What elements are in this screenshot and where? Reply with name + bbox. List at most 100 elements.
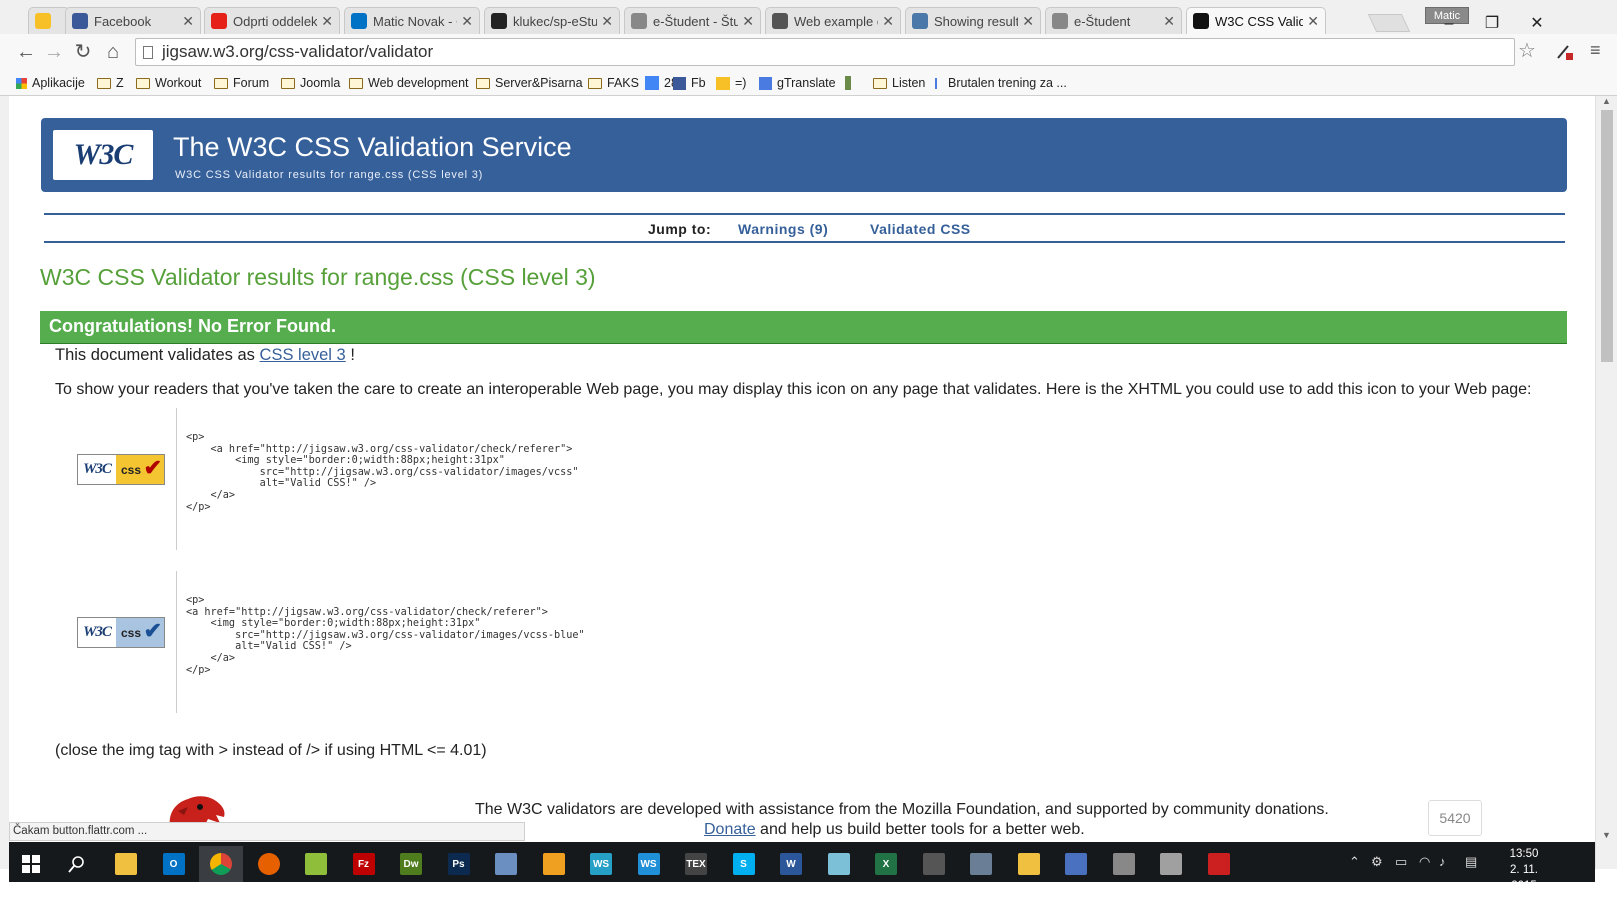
tray-chevron-icon[interactable]: ⌃ <box>1349 854 1360 870</box>
taskbar-button[interactable] <box>1149 846 1193 882</box>
close-tab-icon[interactable]: ✕ <box>1307 13 1319 30</box>
browser-tab[interactable]: e-Študent ✕ <box>1045 7 1182 34</box>
bookmark-folder[interactable]: Joomla <box>281 74 340 92</box>
bookmark-folder[interactable]: Forum <box>214 74 269 92</box>
browser-tab[interactable]: W3C CSS Validat✕ <box>1186 7 1326 34</box>
bookmark-note[interactable]: =) <box>716 74 746 92</box>
bookmark-folder[interactable]: FAKS <box>588 74 639 92</box>
bookmark-apps[interactable]: Aplikacije <box>16 74 85 92</box>
chrome-menu-icon[interactable]: ≡ <box>1590 40 1601 61</box>
taskbar-button[interactable]: WS <box>627 846 671 882</box>
reload-icon[interactable]: ↻ <box>70 39 96 65</box>
close-tab-icon[interactable]: ✕ <box>882 13 894 30</box>
bookmark-translate[interactable]: gTranslate <box>759 74 836 92</box>
browser-tab[interactable]: Matic Novak - Ou✕ <box>344 7 480 34</box>
folder-icon <box>349 77 363 89</box>
valid-css-blue-badge[interactable]: W3C css ✔ <box>77 617 165 648</box>
close-tab-icon[interactable]: ✕ <box>182 13 194 30</box>
bookmark-folder[interactable]: Workout <box>136 74 201 92</box>
taskbar-button[interactable] <box>247 846 291 882</box>
gold-badge-code[interactable]: <p> <a href="http://jigsaw.w3.org/css-va… <box>186 432 579 513</box>
gold-badge-container: W3C css ✔ <box>77 408 177 550</box>
wifi-icon[interactable]: ◠ <box>1419 854 1430 870</box>
restore-icon[interactable]: ❐ <box>1475 12 1509 36</box>
bookmark-star-icon[interactable]: ☆ <box>1518 38 1536 63</box>
close-tab-icon[interactable]: ✕ <box>321 13 333 30</box>
url-text: jigsaw.w3.org/css-validator/validator <box>162 42 434 61</box>
taskbar-button[interactable]: W <box>769 846 813 882</box>
taskbar-button[interactable]: Fz <box>342 846 386 882</box>
forward-icon[interactable]: → <box>41 39 67 65</box>
w3c-logo[interactable]: W3C <box>53 130 153 180</box>
taskbar-button[interactable]: Dw <box>389 846 433 882</box>
close-tab-icon[interactable]: ✕ <box>1022 13 1034 30</box>
browser-tab[interactable] <box>28 7 70 34</box>
address-bar[interactable]: jigsaw.w3.org/css-validator/validator <box>135 38 1515 66</box>
donate-link[interactable]: Donate <box>704 821 756 838</box>
taskbar-button[interactable]: S <box>722 846 766 882</box>
taskbar-button[interactable]: X <box>864 846 908 882</box>
blue-badge-code[interactable]: <p> <a href="http://jigsaw.w3.org/css-va… <box>186 595 585 676</box>
taskbar-button[interactable] <box>1197 846 1241 882</box>
taskbar-button[interactable] <box>1102 846 1146 882</box>
footer-credit-text: The W3C validators are developed with as… <box>475 801 1329 818</box>
calendar-icon <box>645 76 659 90</box>
taskbar-button[interactable] <box>817 846 861 882</box>
volume-icon[interactable]: ♪ <box>1439 854 1446 869</box>
flattr-counter[interactable]: 5420 <box>1428 800 1482 836</box>
close-window-icon[interactable]: ✕ <box>1520 12 1554 36</box>
taskbar-button[interactable]: O <box>152 846 196 882</box>
taskbar-button[interactable]: Ps <box>437 846 481 882</box>
bookmark-folder[interactable]: Listen <box>873 74 925 92</box>
taskbar-button[interactable] <box>104 846 148 882</box>
taskbar-button[interactable] <box>1007 846 1051 882</box>
taskbar-button[interactable]: TEX <box>674 846 718 882</box>
taskbar-button[interactable] <box>294 846 338 882</box>
taskbar-button[interactable] <box>912 846 956 882</box>
browser-tab[interactable]: Odprti oddelek, 2✕ <box>204 7 340 34</box>
taskbar-button[interactable] <box>959 846 1003 882</box>
close-tab-icon[interactable]: ✕ <box>1163 13 1175 30</box>
battery-icon[interactable]: ▭ <box>1395 854 1407 870</box>
browser-tab[interactable]: Facebook ✕ <box>65 7 201 34</box>
bookmark-folder[interactable]: Web development <box>349 74 469 92</box>
bookmark-pin[interactable] <box>845 74 856 92</box>
notification-icon[interactable]: ▤ <box>1465 854 1477 870</box>
outlook-icon: O <box>162 853 185 875</box>
vertical-scrollbar[interactable]: ▲ ▼ <box>1595 96 1617 869</box>
taskbar-button[interactable] <box>532 846 576 882</box>
tray-app-icon[interactable]: ⚙ <box>1371 854 1383 870</box>
bookmark-folder[interactable]: Server&Pisarna <box>476 74 583 92</box>
close-tab-icon[interactable]: ✕ <box>742 13 754 30</box>
warnings-link[interactable]: Warnings (9) <box>738 221 828 237</box>
minimize-icon[interactable]: – <box>1432 12 1466 36</box>
start-button[interactable] <box>9 846 53 882</box>
scroll-down-icon[interactable]: ▼ <box>1602 830 1611 840</box>
taskbar-button[interactable] <box>484 846 528 882</box>
bookmark-folder[interactable]: Z <box>97 74 124 92</box>
bookmark-link[interactable]: Brutalen trening za ... <box>935 74 1067 92</box>
browser-tab[interactable]: Web example co✕ <box>765 7 901 34</box>
home-icon[interactable]: ⌂ <box>100 39 126 65</box>
taskbar-button[interactable] <box>1054 846 1098 882</box>
page-title[interactable]: The W3C CSS Validation Service <box>173 132 572 163</box>
valid-css-gold-badge[interactable]: W3C css ✔ <box>77 454 165 485</box>
search-button[interactable] <box>55 846 99 882</box>
close-tab-icon[interactable]: ✕ <box>601 13 613 30</box>
taskbar-button[interactable] <box>199 846 243 882</box>
back-icon[interactable]: ← <box>13 39 39 65</box>
close-tab-icon[interactable]: ✕ <box>461 13 473 30</box>
browser-tab[interactable]: e-Študent - Študij✕ <box>624 7 761 34</box>
taskbar-button[interactable]: WS <box>579 846 623 882</box>
bookmark-facebook[interactable]: Fb <box>673 74 706 92</box>
badge-css-text: css <box>121 462 142 477</box>
browser-tab[interactable]: klukec/sp-eStude✕ <box>484 7 620 34</box>
scroll-up-icon[interactable]: ▲ <box>1602 96 1611 106</box>
browser-tab[interactable]: Showing results f✕ <box>905 7 1041 34</box>
extension-icon[interactable] <box>1555 42 1575 62</box>
css-level-link[interactable]: CSS level 3 <box>260 346 346 364</box>
bookmark-label: Aplikacije <box>32 76 85 90</box>
validated-css-link[interactable]: Validated CSS <box>870 221 971 237</box>
scrollbar-thumb[interactable] <box>1601 110 1613 362</box>
texstudio-icon: TEX <box>685 853 707 875</box>
